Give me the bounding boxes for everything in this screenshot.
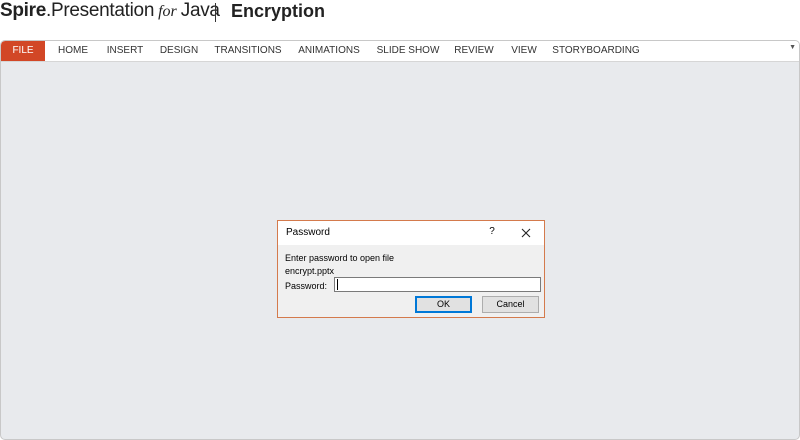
brand-product: .Presentation <box>46 0 155 21</box>
help-button[interactable]: ? <box>486 226 498 237</box>
ribbon-tab-bar: FILE HOME INSERT DESIGN TRANSITIONS ANIM… <box>1 41 799 62</box>
dialog-message: Enter password to open file <box>285 253 395 263</box>
tab-slide-show[interactable]: SLIDE SHOW <box>374 41 442 61</box>
file-name-label: encrypt.pptx <box>285 266 335 276</box>
brand-spire: Spire <box>0 0 47 21</box>
password-dialog: Password ? Enter password to open file e… <box>277 220 545 318</box>
password-input[interactable] <box>334 277 541 292</box>
dialog-titlebar: Password ? <box>278 221 544 245</box>
page-title: Encryption <box>231 1 326 21</box>
tab-file[interactable]: FILE <box>1 41 45 61</box>
cancel-button[interactable]: Cancel <box>482 296 539 313</box>
header-divider <box>215 3 216 22</box>
brand-logo: Spire .Presentation for Java <box>0 0 220 26</box>
tab-view[interactable]: VIEW <box>507 41 541 61</box>
brand-java: Java <box>180 0 220 21</box>
tab-transitions[interactable]: TRANSITIONS <box>212 41 284 61</box>
password-label: Password: <box>285 281 328 291</box>
tab-home[interactable]: HOME <box>53 41 93 61</box>
text-caret <box>337 279 338 290</box>
tab-review[interactable]: REVIEW <box>451 41 497 61</box>
tab-design[interactable]: DESIGN <box>156 41 202 61</box>
ok-button[interactable]: OK <box>415 296 472 313</box>
tab-insert[interactable]: INSERT <box>103 41 147 61</box>
chevron-down-icon[interactable]: ▼ <box>789 44 796 51</box>
tab-animations[interactable]: ANIMATIONS <box>294 41 364 61</box>
tab-storyboarding[interactable]: STORYBOARDING <box>551 41 641 61</box>
page-header: Spire .Presentation for Java Encryption <box>0 0 800 38</box>
brand-for: for <box>158 3 177 20</box>
dialog-title: Password <box>286 227 330 238</box>
close-icon[interactable] <box>518 225 534 241</box>
